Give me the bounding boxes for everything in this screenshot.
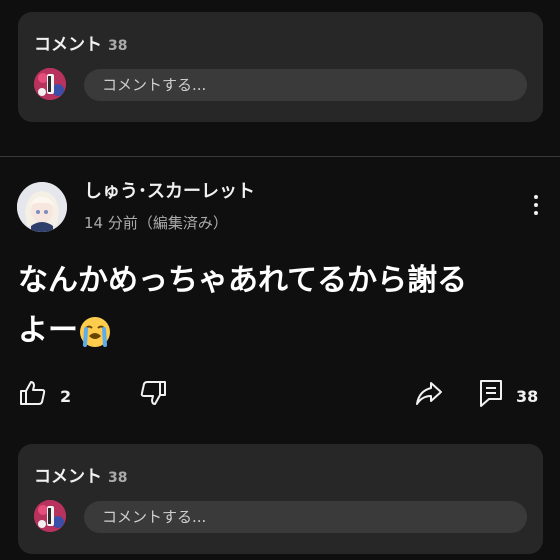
divider: [0, 156, 560, 157]
comments-card-bottom[interactable]: コメント 38 コメントする...: [18, 444, 543, 554]
comment-icon: [480, 380, 502, 407]
thumbs-up-icon: [20, 381, 46, 405]
share-button[interactable]: [414, 378, 444, 412]
post-text-line1: なんかめっちゃあれてるから謝る: [18, 263, 468, 298]
like-button[interactable]: [18, 378, 48, 412]
user-avatar: [34, 500, 66, 532]
comments-card-top[interactable]: コメント 38 コメントする...: [18, 12, 543, 122]
user-avatar: [34, 68, 66, 100]
post-meta: 14 分前（編集済み）: [84, 214, 228, 232]
like-count: 2: [60, 387, 72, 406]
dislike-button[interactable]: [138, 378, 168, 412]
thumbs-down-icon: [140, 381, 166, 405]
comments-header: コメント 38: [34, 30, 127, 55]
more-options-icon[interactable]: [531, 195, 541, 221]
post-text: なんかめっちゃあれてるから謝る よー: [18, 256, 538, 356]
comments-title: コメント: [34, 35, 102, 55]
author-name[interactable]: しゅう･スカーレット: [84, 177, 255, 203]
comments-header: コメント 38: [34, 462, 127, 487]
post-text-line2: よー: [18, 313, 78, 348]
share-icon: [416, 382, 442, 405]
comments-count: 38: [108, 470, 128, 486]
comments-title: コメント: [34, 467, 102, 487]
loudly-crying-face-icon: [78, 315, 112, 349]
reply-button[interactable]: [478, 378, 504, 412]
comment-input[interactable]: コメントする...: [84, 501, 527, 533]
author-avatar[interactable]: [17, 182, 67, 232]
comments-count: 38: [108, 38, 128, 54]
comment-input[interactable]: コメントする...: [84, 69, 527, 101]
reply-count: 38: [516, 387, 539, 406]
